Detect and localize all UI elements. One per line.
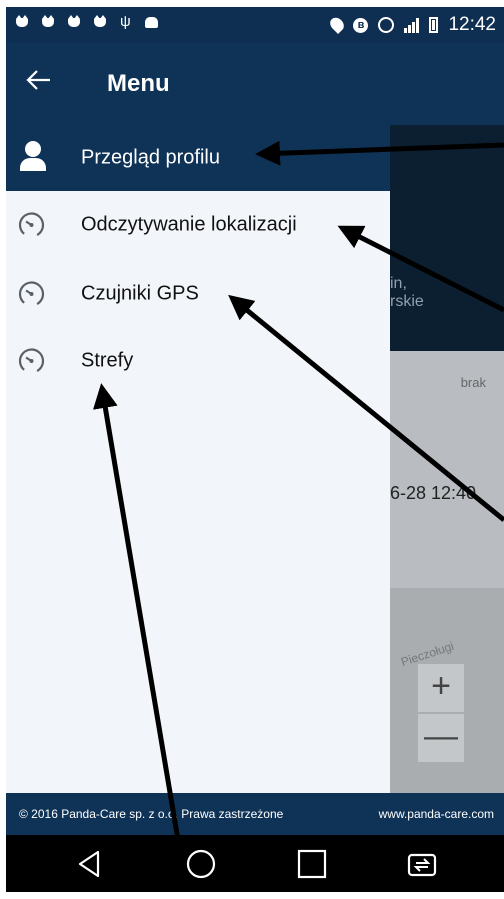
status-bar: ψ ʙ 12:42 — [6, 7, 504, 43]
home-circle-icon[interactable] — [185, 848, 217, 880]
gauge-icon — [18, 348, 45, 374]
gauge-icon — [18, 212, 45, 238]
notification-icons: ψ — [16, 13, 158, 30]
person-icon — [20, 141, 46, 171]
background-status-text: brak — [460, 375, 486, 390]
drawer-header: Menu — [6, 43, 390, 125]
menu-item-gps-sensors[interactable]: Czujniki GPS — [6, 264, 390, 324]
rotate-screen-icon[interactable] — [406, 848, 438, 880]
cat-notification-icon — [94, 14, 106, 27]
menu-item-zones[interactable]: Strefy — [6, 331, 390, 391]
background-header-panel — [390, 125, 504, 351]
cat-notification-icon — [68, 14, 80, 27]
background-date-text: 6-28 12:40 — [390, 483, 477, 503]
bluetooth-icon: ʙ — [353, 17, 369, 33]
phone-screen: ψ ʙ 12:42 in, rskie brak 6-28 12:40 Piec… — [6, 7, 504, 892]
background-text-fragment: in, rskie — [390, 275, 424, 310]
gauge-icon — [18, 281, 45, 307]
menu-item-profile-overview[interactable]: Przegląd profilu — [6, 125, 390, 191]
menu-item-location-reading[interactable]: Odczytywanie lokalizacji — [6, 195, 390, 255]
battery-icon — [429, 17, 439, 33]
menu-item-label: Odczytywanie lokalizacji — [81, 213, 297, 236]
menu-item-label: Strefy — [81, 349, 134, 372]
copyright-text: © 2016 Panda-Care sp. z o.o. Prawa zastr… — [19, 807, 284, 821]
back-triangle-icon[interactable] — [74, 848, 106, 880]
footer-bar: © 2016 Panda-Care sp. z o.o. Prawa zastr… — [6, 793, 504, 835]
menu-item-label: Czujniki GPS — [81, 282, 199, 305]
drawer-title: Menu — [107, 70, 170, 97]
usb-icon: ψ — [120, 13, 131, 30]
alarm-icon — [378, 17, 395, 33]
menu-item-label: Przegląd profilu — [81, 146, 220, 169]
signal-icon — [404, 17, 420, 33]
map-zoom-in-button[interactable]: + — [418, 664, 464, 712]
navigation-drawer: Menu Przegląd profilu Odczytywanie lokal… — [6, 43, 390, 793]
android-icon — [144, 16, 158, 28]
website-link[interactable]: www.panda-care.com — [379, 807, 494, 821]
system-navigation-bar — [6, 835, 504, 892]
status-time: 12:42 — [448, 14, 496, 35]
cat-notification-icon — [16, 14, 28, 27]
system-icons: ʙ 12:42 — [327, 14, 496, 36]
back-arrow-icon[interactable] — [24, 65, 54, 95]
background-app: in, rskie brak 6-28 12:40 Pieczoługi + — — [390, 43, 504, 793]
cat-notification-icon — [42, 14, 54, 27]
location-pin-icon — [327, 14, 347, 34]
recent-apps-square-icon[interactable] — [296, 848, 328, 880]
map-zoom-out-button[interactable]: — — [418, 714, 464, 762]
